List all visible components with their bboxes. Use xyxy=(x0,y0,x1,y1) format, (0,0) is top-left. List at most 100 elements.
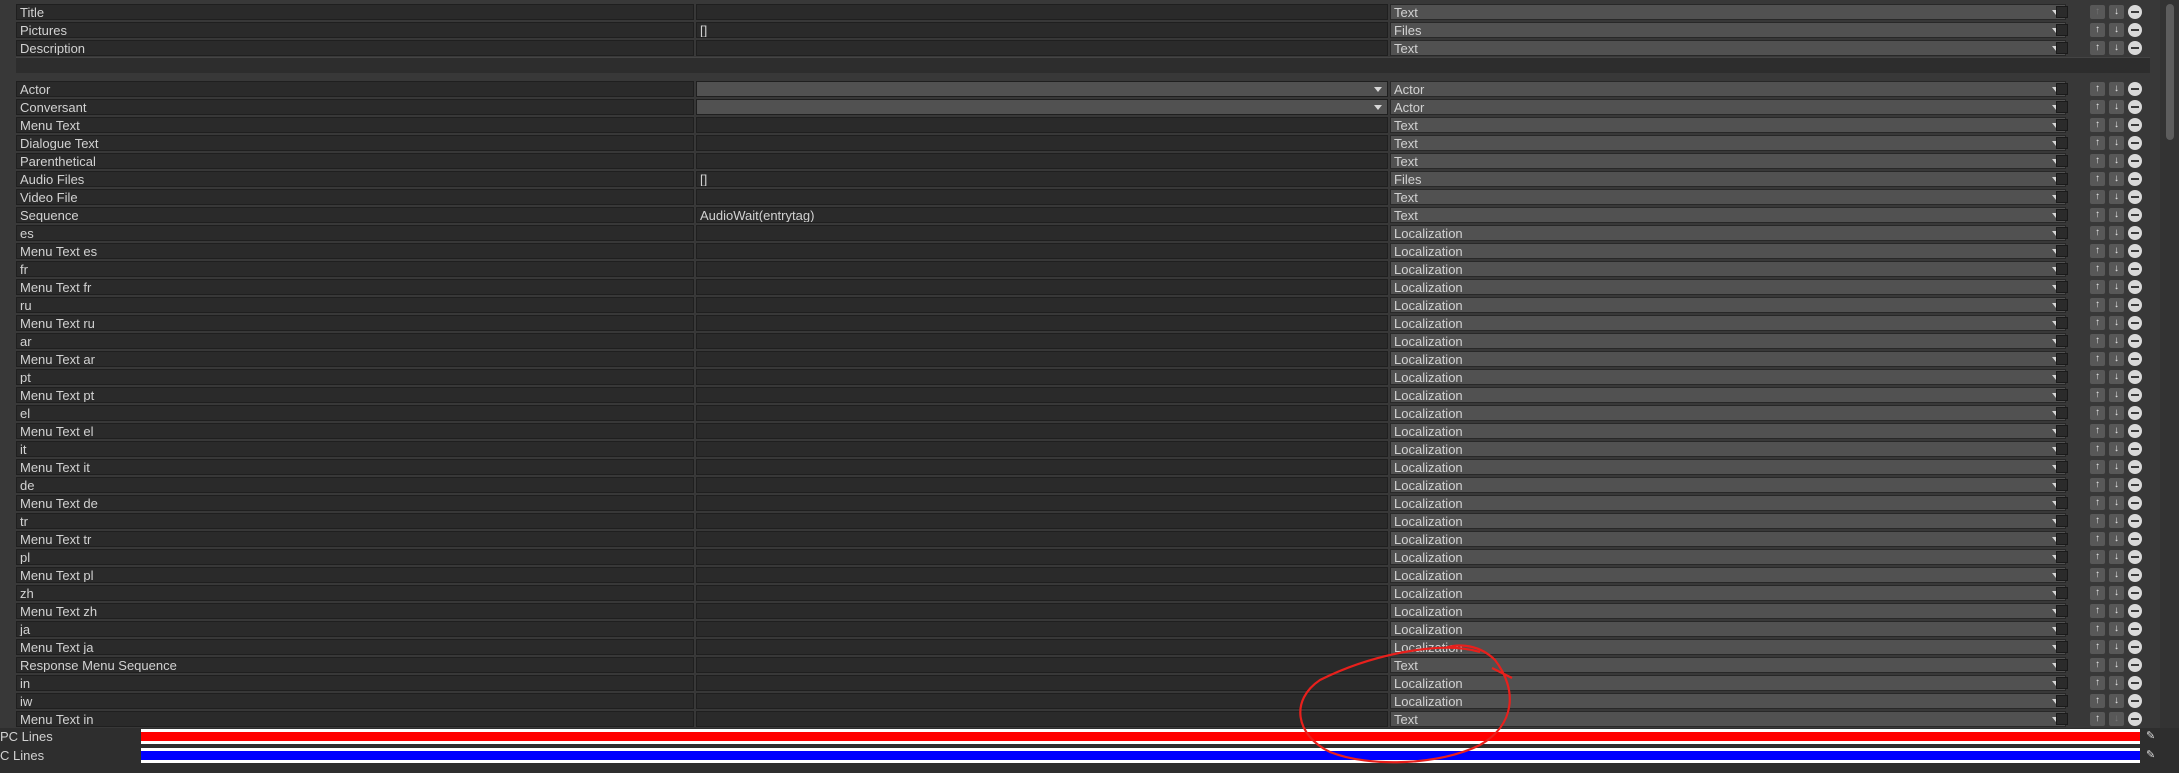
field-checkbox[interactable] xyxy=(2056,335,2068,347)
field-checkbox[interactable] xyxy=(2056,497,2068,509)
field-checkbox[interactable] xyxy=(2056,6,2068,18)
field-checkbox[interactable] xyxy=(2056,83,2068,95)
move-down-button[interactable]: ↓ xyxy=(2109,23,2124,37)
minus-circle-icon[interactable] xyxy=(2128,82,2142,96)
field-name-input[interactable]: Description xyxy=(16,40,694,56)
minus-circle-icon[interactable] xyxy=(2128,172,2142,186)
minus-circle-icon[interactable] xyxy=(2128,460,2142,474)
field-name-input[interactable]: Menu Text zh xyxy=(16,603,694,619)
field-type-dropdown[interactable]: Text xyxy=(1390,117,2066,133)
field-type-dropdown[interactable]: Localization xyxy=(1390,279,2066,295)
field-name-input[interactable]: Menu Text tr xyxy=(16,531,694,547)
move-down-button[interactable]: ↓ xyxy=(2109,460,2124,474)
field-checkbox[interactable] xyxy=(2056,461,2068,473)
field-name-input[interactable]: Menu Text ar xyxy=(16,351,694,367)
move-up-button[interactable]: ↑ xyxy=(2090,352,2105,366)
scrollbar-thumb[interactable] xyxy=(2166,4,2174,140)
field-checkbox[interactable] xyxy=(2056,209,2068,221)
move-down-button[interactable]: ↓ xyxy=(2109,82,2124,96)
field-type-dropdown[interactable]: Localization xyxy=(1390,549,2066,565)
field-type-dropdown[interactable]: Files xyxy=(1390,171,2066,187)
field-type-dropdown[interactable]: Localization xyxy=(1390,423,2066,439)
field-name-input[interactable]: Sequence xyxy=(16,207,694,223)
move-up-button[interactable]: ↑ xyxy=(2090,622,2105,636)
field-name-input[interactable]: Menu Text in xyxy=(16,711,694,727)
field-checkbox[interactable] xyxy=(2056,641,2068,653)
field-checkbox[interactable] xyxy=(2056,281,2068,293)
move-down-button[interactable]: ↓ xyxy=(2109,41,2124,55)
field-name-input[interactable]: tr xyxy=(16,513,694,529)
field-type-dropdown[interactable]: Localization xyxy=(1390,675,2066,691)
move-down-button[interactable]: ↓ xyxy=(2109,100,2124,114)
minus-circle-icon[interactable] xyxy=(2128,622,2142,636)
field-value-input[interactable] xyxy=(696,675,1388,691)
move-down-button[interactable]: ↓ xyxy=(2109,478,2124,492)
field-type-dropdown[interactable]: Localization xyxy=(1390,369,2066,385)
field-checkbox[interactable] xyxy=(2056,245,2068,257)
move-up-button[interactable]: ↑ xyxy=(2090,5,2105,19)
field-checkbox[interactable] xyxy=(2056,425,2068,437)
field-value-input[interactable] xyxy=(696,243,1388,259)
move-up-button[interactable]: ↑ xyxy=(2090,604,2105,618)
move-up-button[interactable]: ↑ xyxy=(2090,478,2105,492)
move-down-button[interactable]: ↓ xyxy=(2109,136,2124,150)
move-down-button[interactable]: ↓ xyxy=(2109,334,2124,348)
field-value-input[interactable] xyxy=(696,657,1388,673)
move-up-button[interactable]: ↑ xyxy=(2090,23,2105,37)
field-checkbox[interactable] xyxy=(2056,263,2068,275)
field-value-input[interactable] xyxy=(696,603,1388,619)
minus-circle-icon[interactable] xyxy=(2128,298,2142,312)
field-name-input[interactable]: Menu Text xyxy=(16,117,694,133)
field-type-dropdown[interactable]: Localization xyxy=(1390,405,2066,421)
move-up-button[interactable]: ↑ xyxy=(2090,280,2105,294)
field-name-input[interactable]: Title xyxy=(16,4,694,20)
field-value-input[interactable] xyxy=(696,333,1388,349)
move-down-button[interactable]: ↓ xyxy=(2109,406,2124,420)
move-down-button[interactable]: ↓ xyxy=(2109,568,2124,582)
field-type-dropdown[interactable]: Text xyxy=(1390,657,2066,673)
move-down-button[interactable]: ↓ xyxy=(2109,5,2124,19)
field-name-input[interactable]: Video File xyxy=(16,189,694,205)
move-up-button[interactable]: ↑ xyxy=(2090,712,2105,726)
field-checkbox[interactable] xyxy=(2056,605,2068,617)
field-name-input[interactable]: it xyxy=(16,441,694,457)
move-up-button[interactable]: ↑ xyxy=(2090,532,2105,546)
move-down-button[interactable]: ↓ xyxy=(2109,388,2124,402)
field-value-input[interactable] xyxy=(696,117,1388,133)
field-name-input[interactable]: Response Menu Sequence xyxy=(16,657,694,673)
field-name-input[interactable]: ja xyxy=(16,621,694,637)
field-name-input[interactable]: Actor xyxy=(16,81,694,97)
field-name-input[interactable]: pt xyxy=(16,369,694,385)
field-name-input[interactable]: de xyxy=(16,477,694,493)
minus-circle-icon[interactable] xyxy=(2128,370,2142,384)
minus-circle-icon[interactable] xyxy=(2128,352,2142,366)
minus-circle-icon[interactable] xyxy=(2128,676,2142,690)
move-up-button[interactable]: ↑ xyxy=(2090,316,2105,330)
move-up-button[interactable]: ↑ xyxy=(2090,262,2105,276)
field-checkbox[interactable] xyxy=(2056,443,2068,455)
field-checkbox[interactable] xyxy=(2056,659,2068,671)
move-down-button[interactable]: ↓ xyxy=(2109,658,2124,672)
pc-lines-color-field[interactable] xyxy=(141,729,2140,744)
field-checkbox[interactable] xyxy=(2056,173,2068,185)
field-value-input[interactable] xyxy=(696,297,1388,313)
move-up-button[interactable]: ↑ xyxy=(2090,226,2105,240)
minus-circle-icon[interactable] xyxy=(2128,136,2142,150)
eyedropper-icon[interactable]: ✎ xyxy=(2146,730,2158,742)
move-up-button[interactable]: ↑ xyxy=(2090,172,2105,186)
move-down-button[interactable]: ↓ xyxy=(2109,172,2124,186)
field-value-input[interactable] xyxy=(696,189,1388,205)
field-name-input[interactable]: Menu Text de xyxy=(16,495,694,511)
field-checkbox[interactable] xyxy=(2056,713,2068,725)
field-name-input[interactable]: zh xyxy=(16,585,694,601)
move-down-button[interactable]: ↓ xyxy=(2109,640,2124,654)
field-checkbox[interactable] xyxy=(2056,24,2068,36)
minus-circle-icon[interactable] xyxy=(2128,208,2142,222)
move-down-button[interactable]: ↓ xyxy=(2109,352,2124,366)
minus-circle-icon[interactable] xyxy=(2128,712,2142,726)
move-down-button[interactable]: ↓ xyxy=(2109,622,2124,636)
field-value-input[interactable] xyxy=(696,459,1388,475)
field-value-input[interactable] xyxy=(696,441,1388,457)
move-down-button[interactable]: ↓ xyxy=(2109,712,2124,726)
field-type-dropdown[interactable]: Localization xyxy=(1390,585,2066,601)
